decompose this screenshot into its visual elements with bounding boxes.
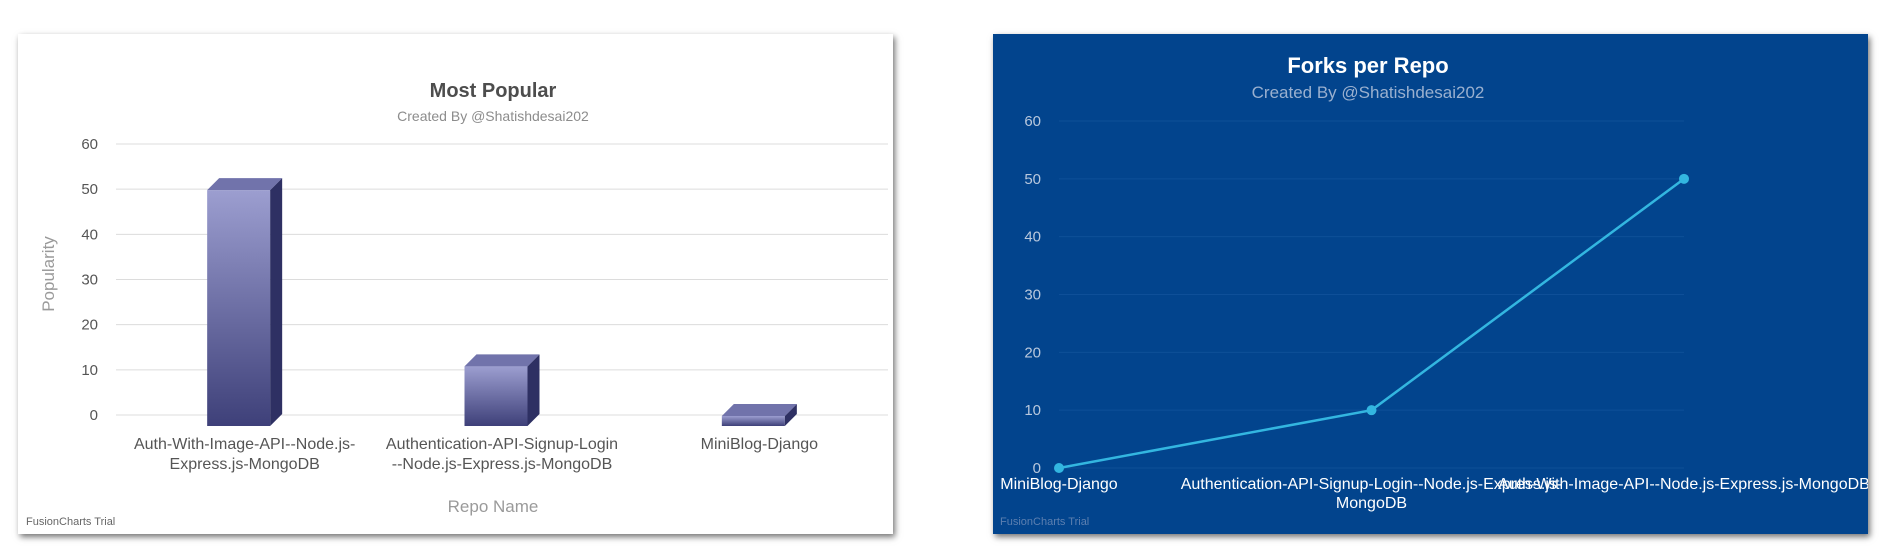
chart-title: Forks per Repo [1287, 53, 1448, 78]
most-popular-chart: Most Popular Created By @Shatishdesai202… [26, 80, 888, 528]
y-tick-label: 60 [81, 136, 98, 153]
bar [464, 354, 540, 426]
bar [721, 404, 797, 426]
watermark: FusionCharts Trial [26, 516, 115, 528]
x-category-label: MiniBlog-Django [1000, 476, 1117, 493]
y-tick-label: 30 [81, 272, 98, 289]
x-axis-title: Repo Name [448, 497, 539, 516]
y-tick-label: 0 [1033, 460, 1041, 477]
y-tick-label: 30 [1024, 287, 1041, 304]
x-category-label: Authentication-API-Signup-Login [386, 436, 618, 453]
y-tick-label: 10 [1024, 402, 1041, 419]
y-tick-label: 50 [1024, 171, 1041, 188]
y-tick-label: 20 [81, 317, 98, 334]
bar-top [464, 354, 540, 367]
data-point [1054, 463, 1064, 473]
bar-side [270, 178, 283, 426]
bar-front [207, 190, 271, 426]
chart-subtitle: Created By @Shatishdesai202 [1252, 83, 1485, 102]
bar-front [464, 366, 528, 426]
most-popular-chart-panel: Most Popular Created By @Shatishdesai202… [18, 34, 893, 534]
y-tick-label: 0 [90, 407, 98, 424]
x-category-label: MongoDB [1336, 495, 1407, 512]
y-axis-title: Popularity [39, 236, 58, 312]
bar-side [527, 354, 540, 426]
x-category-label: Auth-With-Image-API--Node.js- [134, 436, 355, 453]
chart-title: Most Popular [430, 80, 557, 102]
x-category-label: Express.js-MongoDB [170, 456, 320, 473]
y-tick-label: 40 [1024, 229, 1041, 246]
data-point [1679, 173, 1689, 184]
y-tick-label: 20 [1024, 344, 1041, 361]
x-category-label: Auth-With-Image-API--Node.js-Express.js-… [1498, 476, 1868, 493]
series-line [1058, 177, 1685, 470]
y-tick-label: 50 [81, 181, 98, 198]
forks-per-repo-chart: Forks per Repo Created By @Shatishdesai2… [1000, 53, 1868, 528]
bar [207, 178, 283, 426]
forks-per-repo-chart-panel: Forks per Repo Created By @Shatishdesai2… [993, 34, 1868, 534]
bar-top [207, 178, 283, 191]
y-tick-label: 10 [81, 362, 98, 379]
y-tick-label: 60 [1024, 113, 1041, 130]
bar-front [721, 416, 785, 426]
y-tick-label: 40 [81, 226, 98, 243]
watermark: FusionCharts Trial [1000, 516, 1089, 528]
x-category-label: MiniBlog-Django [701, 436, 818, 453]
data-point [1366, 405, 1377, 416]
x-category-label: --Node.js-Express.js-MongoDB [392, 456, 613, 473]
chart-subtitle: Created By @Shatishdesai202 [397, 108, 589, 124]
bar-top [721, 404, 797, 416]
